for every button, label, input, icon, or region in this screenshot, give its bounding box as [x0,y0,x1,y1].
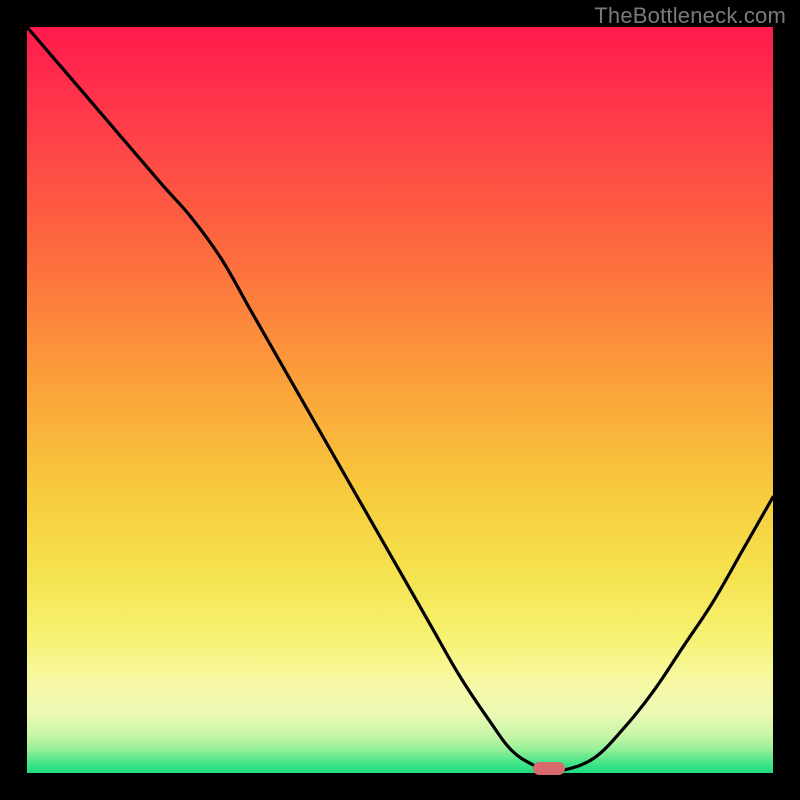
watermark-text: TheBottleneck.com [594,3,786,29]
chart-frame: TheBottleneck.com [0,0,800,800]
bottleneck-curve [27,27,773,773]
curve-path [27,27,773,771]
optimum-marker [533,762,565,775]
